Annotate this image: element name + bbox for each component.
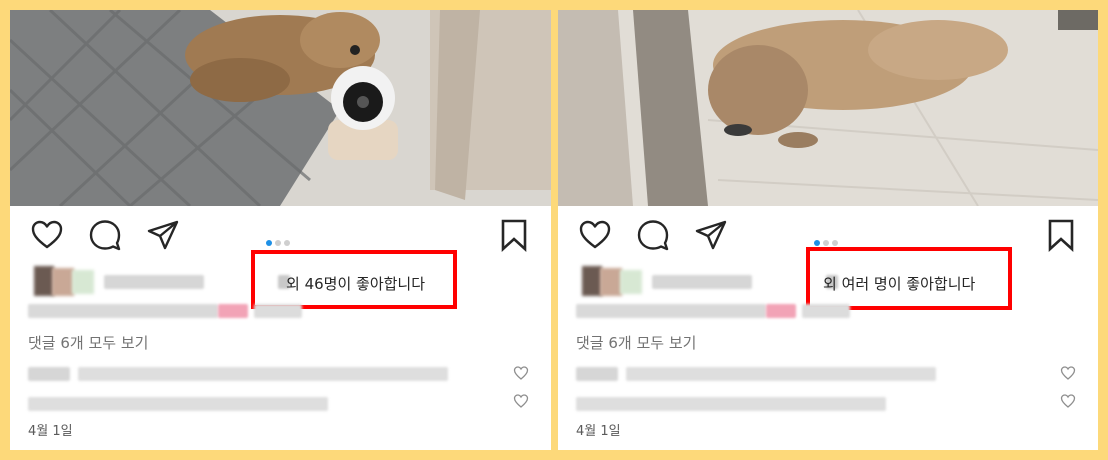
bookmark-icon[interactable]	[497, 218, 531, 252]
post-card-left: 외 46명이 좋아합니다 댓글 6개 모두 보기 4월 1일	[10, 10, 551, 450]
comment-row	[28, 366, 533, 382]
post-date: 4월 1일	[28, 424, 73, 439]
liker-username[interactable]	[652, 275, 752, 289]
caption-text[interactable]	[576, 304, 866, 318]
comment-like-heart-icon[interactable]	[513, 365, 529, 381]
carousel-dot	[823, 240, 829, 246]
comment-like-heart-icon[interactable]	[513, 393, 529, 409]
liker-avatars[interactable]	[34, 266, 98, 296]
post-photo[interactable]	[558, 10, 1098, 206]
like-heart-icon[interactable]	[30, 218, 64, 252]
liker-username[interactable]	[104, 275, 204, 289]
comment-row	[576, 366, 1080, 382]
comment-row	[28, 393, 533, 411]
comment-like-heart-icon[interactable]	[1060, 393, 1076, 409]
highlight-box	[251, 250, 457, 309]
post-date: 4월 1일	[576, 424, 621, 439]
carousel-dot	[832, 240, 838, 246]
comment-text	[626, 367, 936, 381]
comment-row	[576, 393, 1080, 411]
carousel-dots	[266, 231, 293, 250]
bookmark-icon[interactable]	[1044, 218, 1078, 252]
comment-username[interactable]	[576, 367, 618, 381]
carousel-dot-active	[814, 240, 820, 246]
comment-text	[28, 397, 328, 411]
view-all-comments-link[interactable]: 댓글 6개 모두 보기	[28, 332, 148, 353]
post-card-right: 외 여러 명이 좋아합니다 댓글 6개 모두 보기 4월 1일	[558, 10, 1098, 450]
comment-text	[78, 367, 448, 381]
comment-bubble-icon[interactable]	[88, 218, 122, 252]
carousel-dot	[275, 240, 281, 246]
carousel-dot	[284, 240, 290, 246]
highlight-box	[806, 247, 1012, 310]
comment-like-heart-icon[interactable]	[1060, 365, 1076, 381]
comment-bubble-icon[interactable]	[636, 218, 670, 252]
carousel-dot-active	[266, 240, 272, 246]
view-all-comments-link[interactable]: 댓글 6개 모두 보기	[576, 332, 696, 353]
post-photo[interactable]	[10, 10, 551, 206]
comment-username[interactable]	[28, 367, 70, 381]
send-icon[interactable]	[146, 218, 180, 252]
like-heart-icon[interactable]	[578, 218, 612, 252]
caption-text[interactable]	[28, 304, 318, 318]
liker-avatars[interactable]	[582, 266, 646, 296]
comment-text	[576, 397, 886, 411]
send-icon[interactable]	[694, 218, 728, 252]
